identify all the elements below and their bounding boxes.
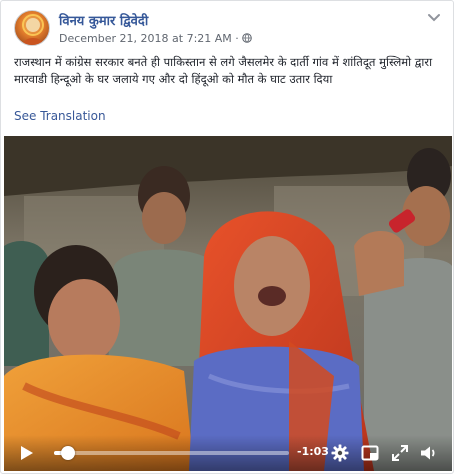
volume-icon[interactable] xyxy=(418,443,438,463)
dot-separator: · xyxy=(235,32,243,45)
video-player[interactable]: -1:03 xyxy=(4,136,452,471)
gear-icon[interactable] xyxy=(330,443,350,463)
see-translation-link[interactable]: See Translation xyxy=(14,109,106,123)
video-scrubber[interactable] xyxy=(54,446,289,460)
facebook-post: विनय कुमार द्विवेदी December 21, 2018 at… xyxy=(0,0,454,474)
expand-icon[interactable] xyxy=(390,443,410,463)
globe-icon xyxy=(242,33,253,43)
author-name[interactable]: विनय कुमार द्विवेदी xyxy=(59,11,148,29)
chevron-down-icon[interactable] xyxy=(427,13,441,23)
post-timestamp[interactable]: December 21, 2018 at 7:21 AM xyxy=(59,32,232,45)
video-frame xyxy=(4,136,452,471)
video-controls: -1:03 xyxy=(4,435,452,471)
post-meta: December 21, 2018 at 7:21 AM · xyxy=(59,32,253,45)
avatar[interactable] xyxy=(14,10,50,46)
remaining-time: -1:03 xyxy=(297,445,329,458)
scrubber-handle[interactable] xyxy=(61,446,76,460)
play-icon[interactable] xyxy=(16,443,36,463)
post-text: राजस्थान में कांग्रेस सरकार बनते ही पाकि… xyxy=(14,55,433,86)
avatar-image xyxy=(21,14,45,45)
picture-in-picture-icon[interactable] xyxy=(360,443,380,463)
